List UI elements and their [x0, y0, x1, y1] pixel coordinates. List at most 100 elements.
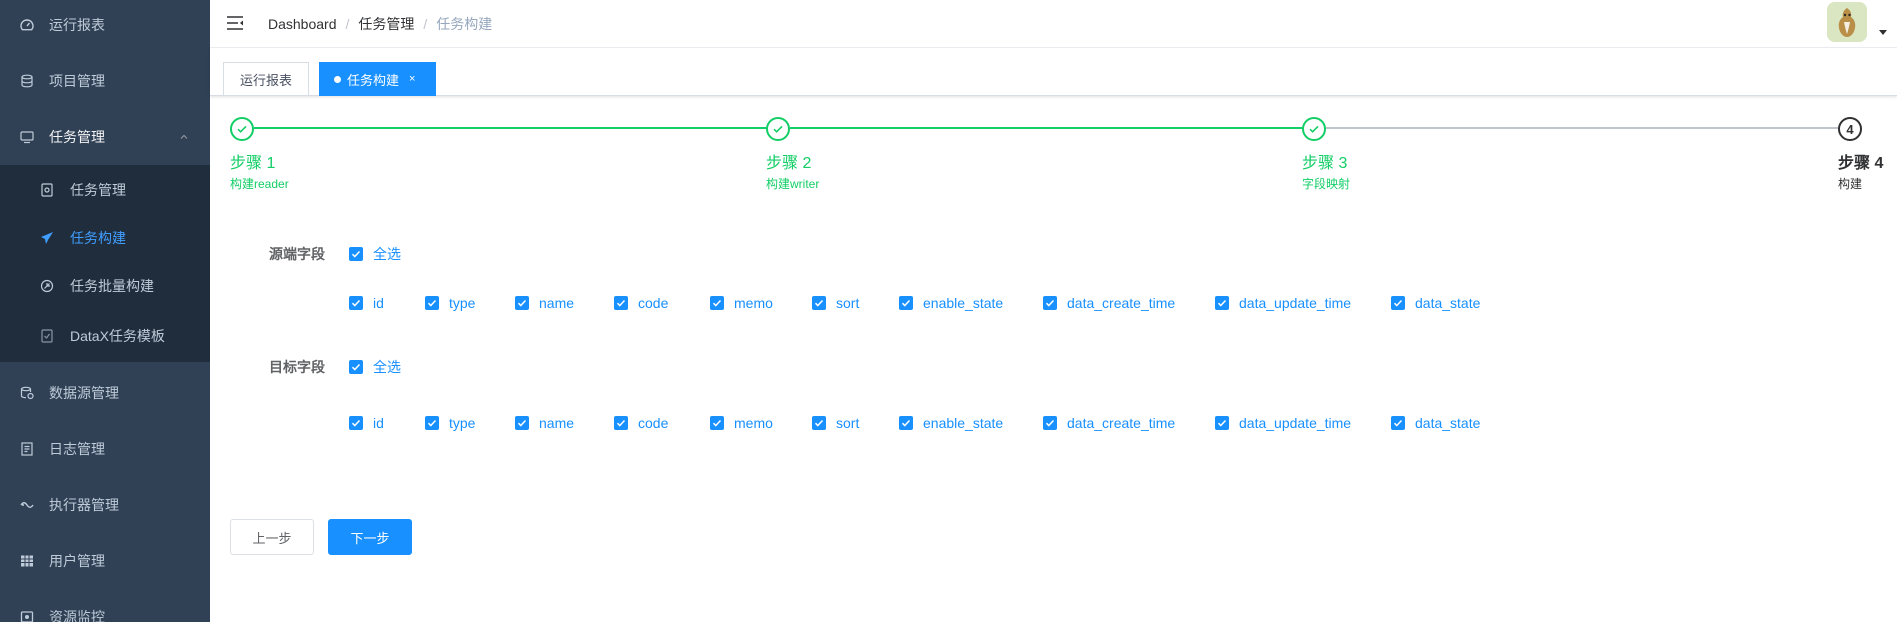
- step-2-title: 步骤 2: [766, 155, 812, 172]
- checkbox-check-icon: [812, 296, 826, 310]
- checkbox-check-icon: [899, 296, 913, 310]
- submenu-item-label: 任务批量构建: [70, 278, 154, 294]
- checkbox-label: id: [373, 415, 384, 431]
- source-field-checkbox-sort[interactable]: sort: [812, 295, 859, 311]
- breadcrumb-separator: /: [345, 16, 350, 32]
- step-2-check-icon: [766, 117, 790, 141]
- submenu-item-label: DataX任务模板: [70, 328, 165, 344]
- source-field-checkbox-code[interactable]: code: [614, 295, 668, 311]
- step-1-check-icon: [230, 117, 254, 141]
- submenu-item-batch-build[interactable]: 任务批量构建: [0, 261, 210, 311]
- navbar: Dashboard / 任务管理 / 任务构建: [210, 0, 1897, 48]
- chevron-up-icon: [180, 134, 188, 139]
- target-field-checkbox-id[interactable]: id: [349, 415, 384, 431]
- checkbox-check-icon: [1215, 416, 1229, 430]
- submenu-item-task-management[interactable]: 任务管理: [0, 165, 210, 215]
- checkbox-label: data_create_time: [1067, 295, 1176, 311]
- sidebar-item-resource-monitor[interactable]: 资源监控: [0, 589, 210, 622]
- breadcrumb-item-tasks[interactable]: 任务管理: [358, 14, 414, 34]
- previous-step-button[interactable]: 上一步: [230, 519, 314, 555]
- target-field-checkbox-data-state[interactable]: data_state: [1391, 415, 1480, 431]
- target-field-checkbox-memo[interactable]: memo: [710, 415, 773, 431]
- step-4-description: 构建: [1838, 177, 1863, 191]
- send-icon: [40, 231, 54, 245]
- tag-task-build[interactable]: 任务构建 ×: [319, 62, 436, 96]
- source-field-checkbox-enable-state[interactable]: enable_state: [899, 295, 1003, 311]
- target-select-all-checkbox[interactable]: 全选: [349, 357, 401, 377]
- source-select-all-checkbox[interactable]: 全选: [349, 244, 401, 264]
- step-3-description: 字段映射: [1302, 177, 1351, 191]
- sidebar-item-label: 用户管理: [49, 553, 105, 569]
- datasource-icon: [20, 386, 34, 400]
- sidebar-item-label: 任务管理: [49, 129, 105, 145]
- breadcrumb-item-dashboard[interactable]: Dashboard: [268, 16, 337, 32]
- checkbox-label: type: [449, 415, 476, 431]
- sidebar-item-logs[interactable]: 日志管理: [0, 421, 210, 477]
- sidebar-item-projects[interactable]: 项目管理: [0, 53, 210, 109]
- step-connector: [1326, 127, 1838, 129]
- step-3-check-icon: [1302, 117, 1326, 141]
- submenu-item-datax-template[interactable]: DataX任务模板: [0, 311, 210, 361]
- avatar-image-icon: [1827, 2, 1867, 42]
- checkbox-label: memo: [734, 295, 773, 311]
- checkbox-check-icon: [614, 296, 628, 310]
- source-field-checkbox-type[interactable]: type: [425, 295, 475, 311]
- checkbox-check-icon: [515, 416, 529, 430]
- submenu-item-task-build[interactable]: 任务构建: [0, 213, 210, 263]
- checkbox-label: enable_state: [923, 295, 1004, 311]
- source-field-checkbox-data-state[interactable]: data_state: [1391, 295, 1480, 311]
- tag-label: 运行报表: [239, 72, 292, 88]
- log-icon: [20, 442, 34, 456]
- step-1-description: 构建reader: [230, 177, 289, 191]
- sidebar-item-dashboard[interactable]: 运行报表: [0, 0, 210, 53]
- task-icon: [40, 183, 54, 197]
- checkbox-label: data_create_time: [1067, 415, 1176, 431]
- sidebar-item-tasks[interactable]: 任务管理: [0, 109, 210, 165]
- step-4-title: 步骤 4: [1838, 155, 1884, 172]
- monitor-resource-icon: [20, 610, 34, 622]
- source-field-checkbox-id[interactable]: id: [349, 295, 384, 311]
- checkbox-check-icon: [349, 247, 363, 261]
- breadcrumb-separator: /: [423, 16, 428, 32]
- tag-dashboard[interactable]: 运行报表: [223, 62, 309, 96]
- breadcrumb-item-current: 任务构建: [436, 16, 493, 32]
- checkbox-label: code: [638, 415, 669, 431]
- avatar[interactable]: [1827, 2, 1867, 42]
- hamburger-icon[interactable]: [226, 14, 244, 32]
- source-field-checkbox-data-create-time[interactable]: data_create_time: [1043, 295, 1175, 311]
- checkbox-check-icon: [899, 416, 913, 430]
- steps: 步骤 1 构建reader 步骤 2 构建writer 步骤 3 字段映射 4 …: [230, 117, 1884, 197]
- target-field-checkbox-code[interactable]: code: [614, 415, 668, 431]
- caret-down-icon[interactable]: [1879, 30, 1887, 35]
- target-field-checkbox-type[interactable]: type: [425, 415, 475, 431]
- sidebar-item-label: 资源监控: [49, 609, 105, 622]
- source-field-checkbox-name[interactable]: name: [515, 295, 574, 311]
- table-icon: [20, 554, 34, 568]
- sidebar-item-label: 日志管理: [49, 441, 105, 457]
- target-field-checkbox-data-update-time[interactable]: data_update_time: [1215, 415, 1351, 431]
- next-step-button[interactable]: 下一步: [328, 519, 412, 555]
- target-field-checkbox-name[interactable]: name: [515, 415, 574, 431]
- sidebar-item-datasource[interactable]: 数据源管理: [0, 365, 210, 421]
- checkbox-check-icon: [349, 296, 363, 310]
- source-field-checkbox-data-update-time[interactable]: data_update_time: [1215, 295, 1351, 311]
- step-connector: [790, 127, 1302, 129]
- sidebar-item-label: 项目管理: [49, 73, 105, 89]
- checkbox-label: name: [539, 295, 575, 311]
- source-field-checkbox-memo[interactable]: memo: [710, 295, 773, 311]
- target-field-checkbox-enable-state[interactable]: enable_state: [899, 415, 1003, 431]
- sidebar-item-label: 数据源管理: [49, 385, 119, 401]
- checkbox-check-icon: [710, 416, 724, 430]
- task-submenu: 任务管理 任务构建 任务批量构建 DataX任务模板: [0, 165, 210, 362]
- tag-label: 任务构建: [347, 72, 400, 88]
- target-field-checkbox-data-create-time[interactable]: data_create_time: [1043, 415, 1175, 431]
- checkbox-check-icon: [1215, 296, 1229, 310]
- sidebar-item-executors[interactable]: 执行器管理: [0, 477, 210, 533]
- target-field-checkbox-sort[interactable]: sort: [812, 415, 859, 431]
- checkbox-label: sort: [836, 415, 860, 431]
- sidebar-item-label: 运行报表: [49, 17, 105, 33]
- sidebar-item-users[interactable]: 用户管理: [0, 533, 210, 589]
- close-icon[interactable]: ×: [409, 73, 415, 85]
- checkbox-label: code: [638, 295, 669, 311]
- executor-icon: [20, 498, 34, 512]
